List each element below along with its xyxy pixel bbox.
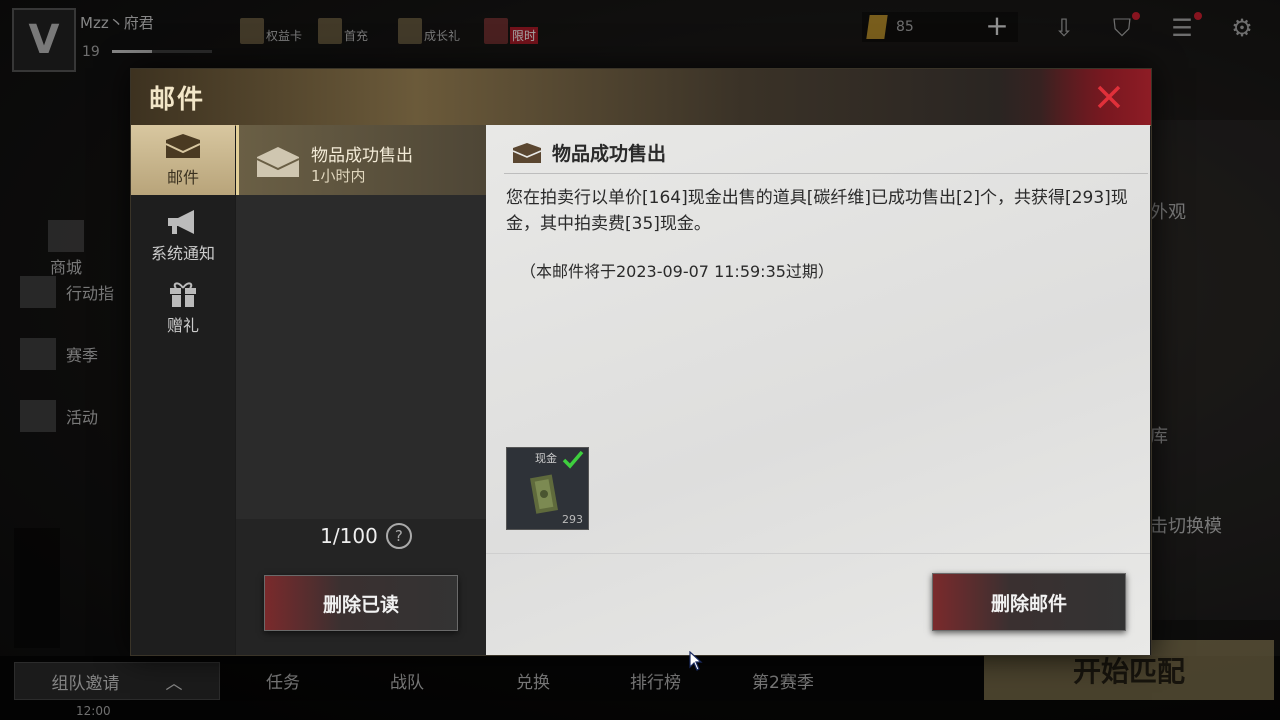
mail-detail: 物品成功售出 您在拍卖行以单价[164]现金出售的道具[碳纤维]已成功售出[2]…	[486, 125, 1150, 655]
delete-read-label: 删除已读	[322, 593, 399, 616]
mail-body: 您在拍卖行以单价[164]现金出售的道具[碳纤维]已成功售出[2]个，共获得[2…	[506, 188, 1128, 234]
delete-mail-button[interactable]: 删除邮件	[932, 573, 1126, 631]
open-envelope-icon	[256, 147, 300, 177]
delete-read-button[interactable]: 删除已读	[264, 575, 458, 631]
category-gift[interactable]: 赠礼	[131, 273, 235, 343]
mail-expiry-note: （本邮件将于2023-09-07 11:59:35过期）	[520, 262, 834, 281]
help-icon[interactable]: ?	[385, 523, 412, 549]
cash-stack-icon	[530, 474, 558, 514]
check-icon	[562, 450, 584, 469]
delete-mail-label: 删除邮件	[990, 592, 1067, 615]
dialog-header: 邮件	[131, 69, 1151, 126]
category-mail-label: 邮件	[166, 168, 199, 187]
mouse-cursor-icon	[689, 651, 703, 671]
mail-detail-header: 物品成功售出	[512, 139, 666, 166]
category-mail[interactable]: 邮件	[131, 125, 235, 195]
dialog-title: 邮件	[149, 85, 206, 115]
mail-list-item[interactable]: 物品成功售出 1小时内	[236, 125, 486, 195]
attachment-item[interactable]: 现金 293	[506, 447, 589, 530]
mail-time: 1小时内	[311, 167, 366, 185]
mail-count-text: 1/100	[320, 524, 378, 548]
category-system-notice[interactable]: 系统通知	[131, 201, 235, 271]
envelope-icon	[512, 142, 542, 163]
divider	[504, 173, 1148, 174]
mail-list: 物品成功售出 1小时内 1/100 ? 删除已读	[236, 125, 486, 655]
divider	[486, 553, 1150, 554]
mail-dialog: 邮件 邮件 系统通知 赠礼 物品成功售出 1小时内 1/100 ? 删除已读 物…	[130, 68, 1152, 671]
envelope-icon	[165, 134, 201, 158]
megaphone-icon	[168, 210, 194, 234]
category-gift-label: 赠礼	[166, 316, 199, 335]
attachment-name: 现金	[535, 452, 557, 465]
mail-detail-title: 物品成功售出	[552, 143, 667, 165]
gift-icon	[170, 282, 196, 307]
close-button[interactable]	[1041, 69, 1151, 125]
mail-count: 1/100 ?	[236, 523, 486, 549]
mail-subject: 物品成功售出	[311, 146, 413, 166]
attachment-quantity: 293	[562, 513, 583, 526]
category-system-notice-label: 系统通知	[150, 244, 215, 263]
close-icon	[1097, 85, 1121, 109]
category-sidebar: 邮件 系统通知 赠礼	[131, 125, 235, 655]
